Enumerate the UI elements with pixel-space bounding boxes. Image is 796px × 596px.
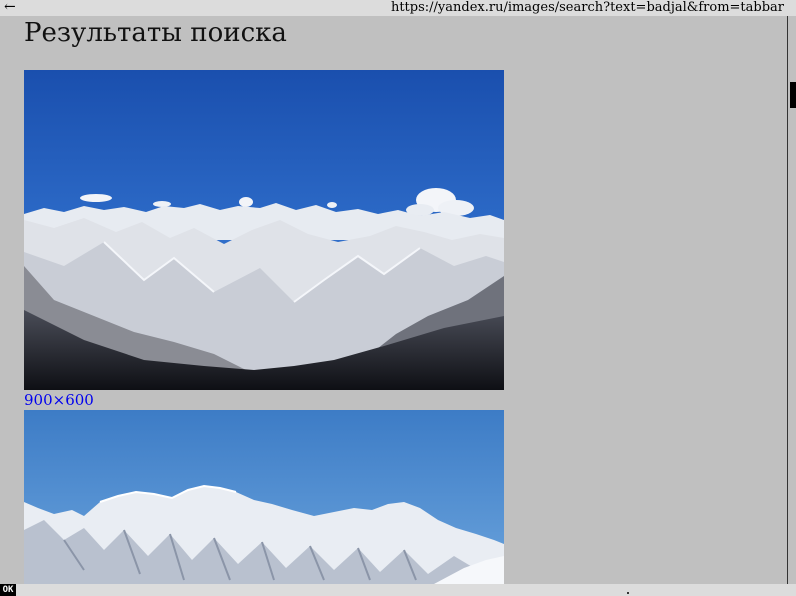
image-size-link[interactable]: 900×600 (24, 390, 94, 410)
scrollbar-thumb[interactable] (790, 82, 796, 108)
status-ok-badge: OK (0, 584, 16, 596)
result-image[interactable] (24, 70, 504, 390)
status-bar (0, 584, 796, 596)
status-indicator (627, 592, 629, 594)
back-button[interactable]: ← (4, 0, 16, 16)
vertical-scrollbar[interactable] (787, 16, 796, 584)
mountain-photo (24, 70, 504, 390)
address-url[interactable]: https://yandex.ru/images/search?text=bad… (391, 0, 784, 16)
top-bar: ← https://yandex.ru/images/search?text=b… (0, 0, 796, 16)
mountain-photo (24, 410, 504, 584)
page-title: Результаты поиска (24, 18, 287, 48)
result-image[interactable] (24, 410, 504, 584)
